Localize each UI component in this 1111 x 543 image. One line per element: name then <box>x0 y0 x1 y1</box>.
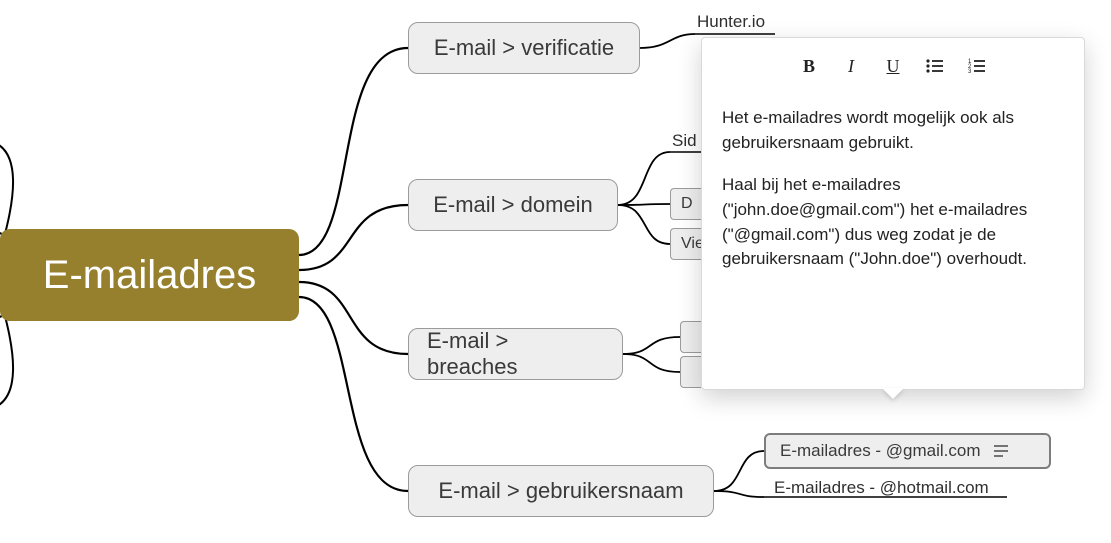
leaf-domein-partial-1[interactable]: Sid <box>672 131 701 151</box>
leaf-label: Hunter.io <box>697 12 765 31</box>
bullet-list-button[interactable] <box>924 55 946 77</box>
note-popup-toolbar: B I U 1 2 3 <box>702 38 1084 88</box>
leaf-hunter-io[interactable]: Hunter.io <box>697 12 765 32</box>
leaf-label: D <box>681 195 693 213</box>
leaf-gebr-gmail-selected[interactable]: E-mailadres - @gmail.com <box>764 433 1051 469</box>
italic-button[interactable]: I <box>840 55 862 77</box>
numbered-list-icon: 1 2 3 <box>968 58 986 74</box>
leaf-domein-partial-2[interactable]: D <box>670 188 701 220</box>
leaf-label: E-mailadres - @gmail.com <box>780 441 981 461</box>
branch-node-gebruikersnaam[interactable]: E-mail > gebruikersnaam <box>408 465 714 517</box>
branch-label: E-mail > verificatie <box>434 35 614 61</box>
note-paragraph: Haal bij het e-mailadres ("john.doe@gmai… <box>722 173 1064 272</box>
note-popup: B I U 1 2 3 Het e-mailadres w <box>701 37 1085 390</box>
underline-button[interactable]: U <box>882 55 904 77</box>
branch-node-verificatie[interactable]: E-mail > verificatie <box>408 22 640 74</box>
branch-label: E-mail > gebruikersnaam <box>438 478 683 504</box>
note-paragraph: Het e-mailadres wordt mogelijk ook als g… <box>722 106 1064 155</box>
bullet-list-icon <box>926 58 944 74</box>
leaf-label: Sid <box>672 131 697 150</box>
leaf-breaches-partial-2[interactable] <box>680 356 701 388</box>
root-node-emailadres[interactable]: E-mailadres <box>0 229 299 321</box>
note-popup-tail <box>882 388 904 399</box>
branch-node-domein[interactable]: E-mail > domein <box>408 179 618 231</box>
leaf-label: E-mailadres - @hotmail.com <box>774 478 989 497</box>
numbered-list-button[interactable]: 1 2 3 <box>966 55 988 77</box>
branch-label: E-mail > domein <box>433 192 593 218</box>
note-popup-body[interactable]: Het e-mailadres wordt mogelijk ook als g… <box>702 88 1084 389</box>
leaf-label: Vie <box>681 235 701 253</box>
root-node-label: E-mailadres <box>43 253 256 298</box>
leaf-domein-partial-3[interactable]: Vie <box>670 228 701 260</box>
leaf-gebr-hotmail[interactable]: E-mailadres - @hotmail.com <box>774 478 989 498</box>
svg-text:3: 3 <box>968 69 972 74</box>
note-icon <box>993 444 1009 458</box>
bold-button[interactable]: B <box>798 55 820 77</box>
branch-node-breaches[interactable]: E-mail > breaches <box>408 328 623 380</box>
branch-label: E-mail > breaches <box>427 328 604 380</box>
leaf-breaches-partial-1[interactable] <box>680 321 701 353</box>
